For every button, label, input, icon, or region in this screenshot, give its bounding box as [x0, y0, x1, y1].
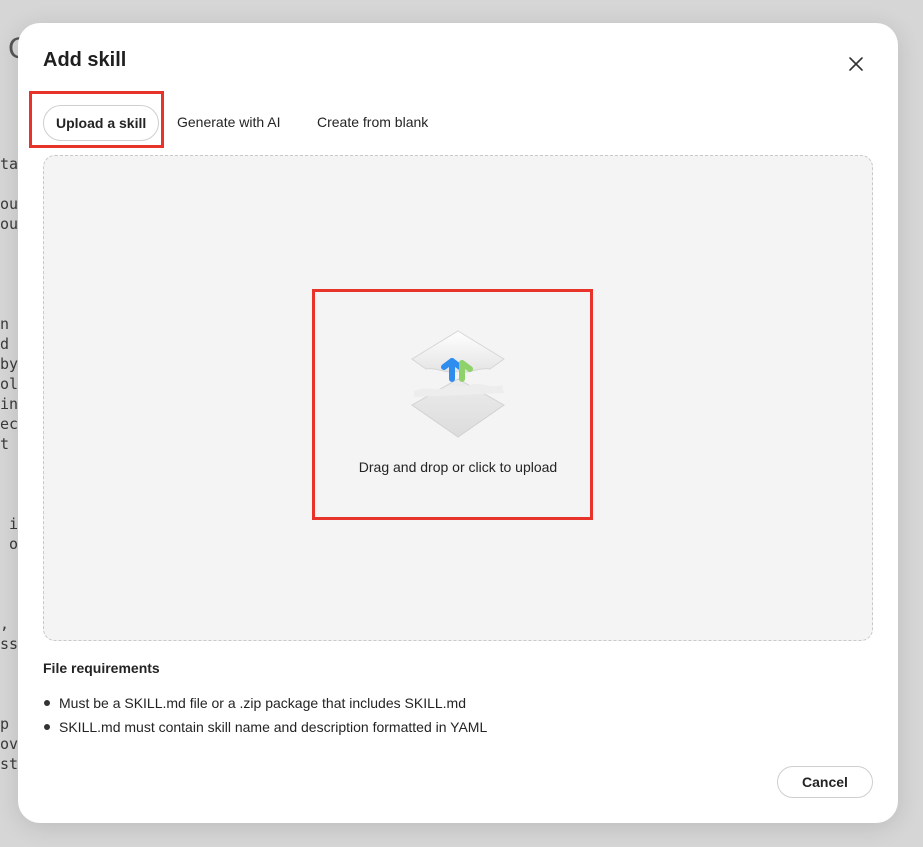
background-text-line: , — [0, 615, 10, 633]
tab-create-from-blank[interactable]: Create from blank — [317, 105, 428, 139]
dialog-title: Add skill — [43, 49, 127, 71]
requirements-heading: File requirements — [43, 660, 160, 676]
bullet-icon — [44, 700, 50, 706]
list-item: SKILL.md must contain skill name and des… — [43, 715, 487, 739]
tab-upload-a-skill[interactable]: Upload a skill — [43, 105, 160, 141]
background-text-line: i — [0, 515, 19, 533]
list-item: Must be a SKILL.md file or a .zip packag… — [43, 691, 487, 715]
background-text-line: ov — [0, 735, 19, 753]
background-text-line: ec — [0, 415, 19, 433]
background-text-line: ta — [0, 155, 19, 173]
background-text-line: ou — [0, 215, 19, 233]
requirements-list: Must be a SKILL.md file or a .zip packag… — [43, 691, 487, 739]
requirement-text: SKILL.md must contain skill name and des… — [59, 719, 488, 735]
background-text-line: d — [0, 335, 10, 353]
background-text-line: ol — [0, 375, 19, 393]
cancel-button[interactable]: Cancel — [777, 766, 873, 798]
upload-icon — [411, 330, 505, 438]
background-text-line: ou — [0, 195, 19, 213]
dropzone-instructions: Drag and drop or click to upload — [358, 459, 558, 475]
background-text-line: st — [0, 755, 19, 773]
background-text-line: n — [0, 315, 10, 333]
background-text-line: in — [0, 395, 19, 413]
close-button[interactable] — [844, 52, 868, 76]
requirement-text: Must be a SKILL.md file or a .zip packag… — [59, 695, 466, 711]
background-text-line: by — [0, 355, 19, 373]
background-text-line: ss — [0, 635, 19, 653]
background-text-line: o — [0, 535, 19, 553]
add-skill-dialog: Add skill Upload a skill Generate with A… — [18, 23, 898, 823]
background-text-line: t — [0, 435, 10, 453]
tab-generate-with-ai[interactable]: Generate with AI — [177, 105, 281, 139]
bullet-icon — [44, 724, 50, 730]
close-icon — [849, 57, 863, 71]
background-text-line: p — [0, 715, 10, 733]
